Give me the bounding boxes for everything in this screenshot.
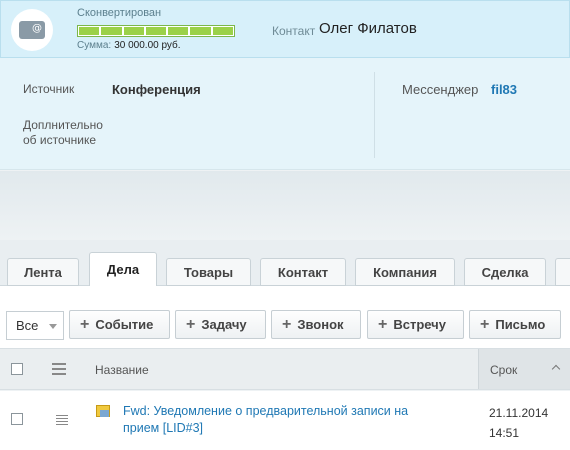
activity-deadline: 21.11.2014 14:51	[489, 406, 549, 440]
plus-icon: +	[186, 315, 196, 333]
activity-toolbar: Все + Событие + Задачу + Звонок + Встречу + П…	[0, 286, 570, 348]
status-progress-bar[interactable]	[77, 25, 235, 37]
column-name[interactable]: Название	[95, 363, 149, 377]
table-header: Название Срок	[0, 348, 570, 390]
select-all-checkbox[interactable]	[11, 363, 23, 375]
column-menu-icon[interactable]	[52, 363, 66, 378]
row-checkbox[interactable]	[11, 413, 23, 425]
source-label: Источник	[23, 82, 75, 96]
tab-feed[interactable]: Лента	[7, 258, 79, 286]
chevron-down-icon	[49, 324, 57, 329]
divider	[374, 72, 375, 158]
spacer	[0, 171, 570, 241]
lead-header: @ Сконвертирован Сумма: 30 000.00 руб. Ко…	[0, 0, 570, 58]
add-meeting-button[interactable]: + Встречу	[367, 310, 464, 339]
add-task-button[interactable]: + Задачу	[175, 310, 266, 339]
plus-icon: +	[282, 315, 292, 333]
sum-value: 30 000.00 руб.	[114, 40, 181, 51]
add-call-button[interactable]: + Звонок	[271, 310, 361, 339]
activity-title-link[interactable]: Fwd: Уведомление о предварительной запис…	[123, 403, 423, 437]
messenger-label: Мессенджер	[402, 82, 479, 97]
source-value: Конференция	[112, 82, 201, 97]
plus-icon: +	[378, 315, 388, 333]
contact-name[interactable]: Олег Филатов	[319, 20, 417, 37]
sum: Сумма: 30 000.00 руб.	[77, 40, 181, 51]
tab-activities[interactable]: Дела	[89, 252, 157, 287]
row-menu-icon[interactable]	[56, 415, 68, 428]
extra-source-label: Доплнительно об источнике	[23, 118, 103, 147]
tab-products[interactable]: Товары	[166, 258, 251, 286]
messenger-link[interactable]: fil83	[491, 82, 517, 97]
table-row[interactable]: Fwd: Уведомление о предварительной запис…	[0, 391, 570, 450]
contact-label: Контакт	[272, 24, 316, 38]
lead-details: Источник Конференция Доплнительно об ист…	[0, 58, 570, 170]
sort-ascending-icon	[551, 364, 561, 374]
add-email-button[interactable]: + Письмо	[469, 310, 561, 339]
contact-card-icon: @	[11, 9, 53, 51]
tab-contact[interactable]: Контакт	[260, 258, 346, 286]
tab-company[interactable]: Компания	[355, 258, 455, 286]
add-event-button[interactable]: + Событие	[69, 310, 170, 339]
plus-icon: +	[80, 315, 90, 333]
status-label: Сконвертирован	[77, 7, 162, 19]
column-deadline[interactable]: Срок	[478, 349, 570, 389]
tab-bar: Лента Дела Товары Контакт Компания Сделк…	[0, 240, 570, 287]
filter-select[interactable]: Все	[6, 311, 64, 340]
plus-icon: +	[480, 315, 490, 333]
email-icon	[96, 405, 110, 417]
tab-deal[interactable]: Сделка	[464, 258, 546, 286]
tab-more[interactable]	[555, 258, 570, 286]
